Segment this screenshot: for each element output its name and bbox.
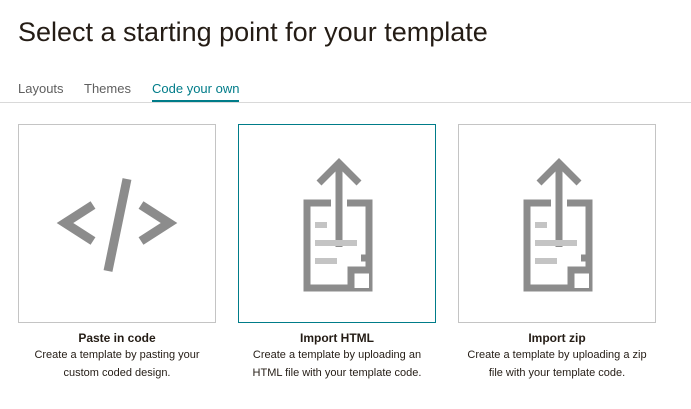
tab-layouts[interactable]: Layouts — [18, 80, 64, 101]
page-title: Select a starting point for your templat… — [18, 17, 488, 47]
option-description: Create a template by uploading an HTML f… — [252, 349, 422, 379]
template-start-page: Select a starting point for your templat… — [0, 0, 691, 409]
paste-in-code-caption: Paste in code Create a template by pasti… — [18, 330, 216, 382]
option-title[interactable]: Import HTML — [238, 330, 436, 346]
option-title[interactable]: Import zip — [458, 330, 656, 346]
upload-document-icon — [523, 158, 593, 292]
tab-themes[interactable]: Themes — [84, 80, 131, 101]
upload-document-icon — [303, 158, 373, 292]
import-zip-card[interactable] — [458, 124, 656, 323]
tab-code-your-own[interactable]: Code your own — [152, 80, 240, 102]
option-description: Create a template by uploading a zip fil… — [467, 349, 647, 379]
option-description: Create a template by pasting your custom… — [34, 349, 200, 379]
tab-bar: Layouts Themes Code your own — [0, 80, 691, 103]
import-html-caption: Import HTML Create a template by uploadi… — [238, 330, 436, 382]
option-title[interactable]: Paste in code — [18, 330, 216, 346]
import-zip-caption: Import zip Create a template by uploadin… — [458, 330, 656, 382]
import-html-card[interactable] — [238, 124, 436, 323]
code-brackets-icon — [56, 178, 178, 272]
paste-in-code-card[interactable] — [18, 124, 216, 323]
